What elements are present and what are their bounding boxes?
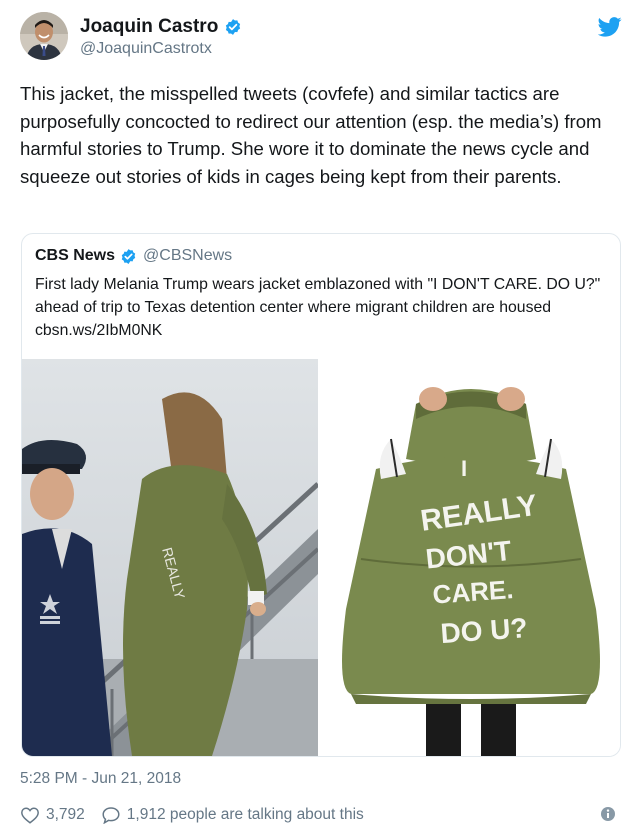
tweet-timestamp[interactable]: 5:28 PM - Jun 21, 2018 <box>20 770 181 788</box>
quoted-media[interactable]: REALLY I REALLY DON'T CARE. DO U? <box>22 359 620 756</box>
quoted-author-name[interactable]: CBS News <box>35 247 115 265</box>
speech-bubble-icon <box>102 807 120 824</box>
quoted-tweet-card[interactable]: CBS News @CBSNews First lady Melania Tru… <box>21 233 621 757</box>
jacket-text-line-1: I <box>461 456 467 481</box>
author-avatar[interactable] <box>20 12 68 60</box>
info-icon[interactable] <box>600 806 616 822</box>
tweet-actions: 3,792 1,912 people are talking about thi… <box>20 804 622 826</box>
jacket-text-line-4: CARE. <box>432 574 515 610</box>
verified-badge-icon <box>224 18 242 36</box>
author-name[interactable]: Joaquin Castro <box>80 16 218 38</box>
photo-jacket-back[interactable]: I REALLY DON'T CARE. DO U? <box>321 359 620 756</box>
heart-icon <box>21 807 39 824</box>
author-handle[interactable]: @JoaquinCastrotx <box>80 40 212 58</box>
conversation-action[interactable]: 1,912 people are talking about this <box>101 806 364 824</box>
twitter-bird-icon[interactable] <box>597 16 622 38</box>
like-action[interactable]: 3,792 <box>20 806 85 824</box>
photo-airplane-stairs[interactable]: REALLY <box>22 359 318 756</box>
tweet-text: This jacket, the misspelled tweets (covf… <box>20 83 602 187</box>
tweet-header: Joaquin Castro @JoaquinCastrotx <box>20 12 622 62</box>
talking-count: 1,912 people are talking about this <box>126 806 364 823</box>
jacket-text-line-5: DO U? <box>439 612 528 649</box>
like-count: 3,792 <box>46 806 85 823</box>
verified-badge-icon <box>120 248 137 265</box>
avatar-image <box>20 12 68 60</box>
quoted-author-handle[interactable]: @CBSNews <box>143 247 232 265</box>
quoted-tweet-text: First lady Melania Trump wears jacket em… <box>35 276 601 339</box>
